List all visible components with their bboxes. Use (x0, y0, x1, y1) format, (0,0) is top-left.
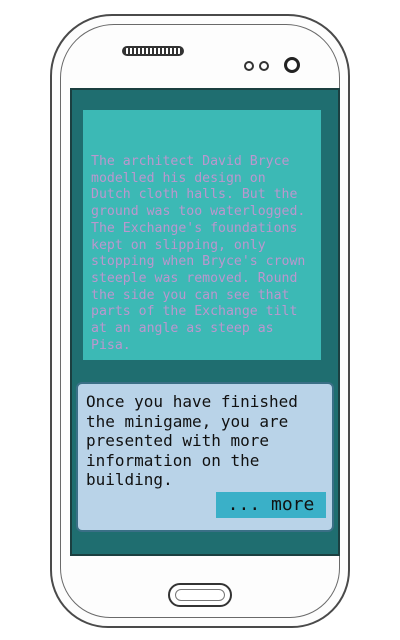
building-info-panel: The architect David Bryce modelled his d… (83, 110, 321, 360)
app-screen: The architect David Bryce modelled his d… (70, 88, 340, 556)
building-info-text: The architect David Bryce modelled his d… (91, 154, 306, 353)
sensor-icon (259, 61, 269, 71)
sensor-icon (244, 61, 254, 71)
home-button-icon[interactable] (168, 583, 232, 607)
front-camera-icon (284, 57, 300, 73)
speaker-grille-icon (122, 46, 184, 56)
dialog-text: Once you have finished the minigame, you… (86, 392, 298, 489)
more-button[interactable]: ... more (216, 492, 326, 518)
tutorial-dialog: Once you have finished the minigame, you… (76, 382, 334, 532)
